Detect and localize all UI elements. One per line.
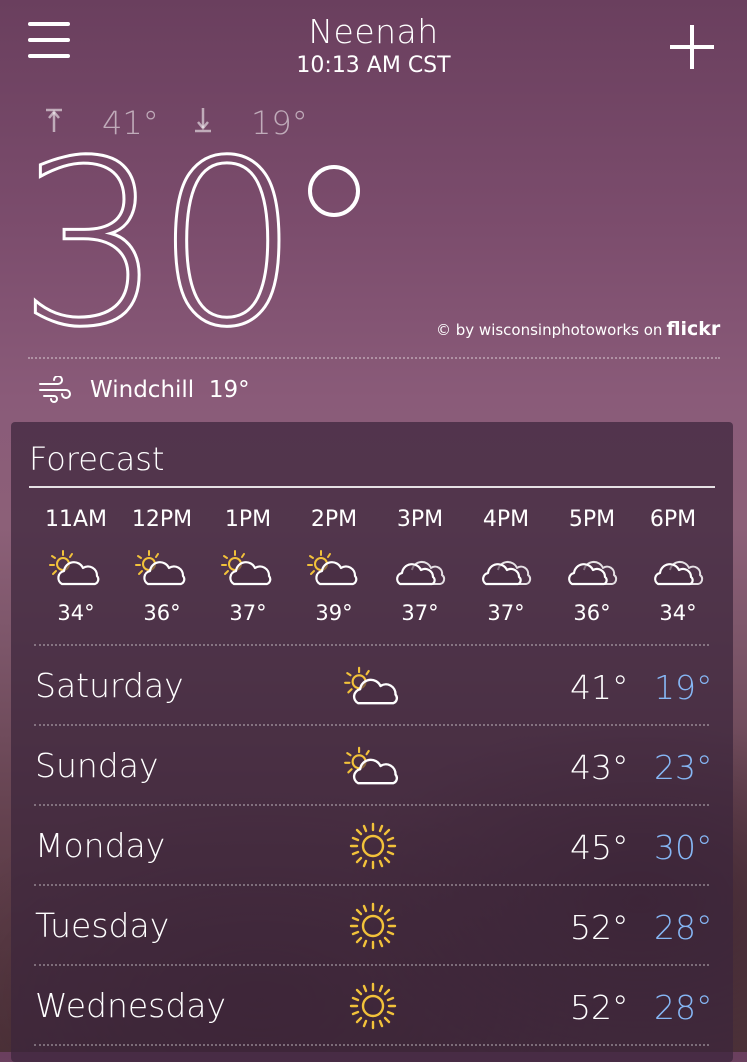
day-high: 52° [570, 908, 629, 947]
day-low: 19° [654, 668, 713, 707]
windchill-value: 19° [208, 377, 250, 403]
hour-temperature: 36° [573, 601, 611, 625]
day-name: Tuesday [35, 906, 170, 945]
sunny-icon [343, 818, 403, 870]
row-divider [34, 964, 709, 966]
row-divider [34, 644, 709, 646]
hour-temperature: 37° [229, 601, 267, 625]
row-divider [34, 804, 709, 806]
cloudy-icon [380, 548, 460, 588]
degree-symbol [308, 165, 360, 217]
hour-label: 12PM [131, 507, 193, 532]
local-time: 10:13 AM CST [296, 53, 451, 78]
day-name: Sunday [35, 746, 159, 785]
hour-label: 11AM [44, 507, 108, 532]
day-high: 52° [570, 988, 629, 1027]
partly-cloudy-icon [122, 548, 202, 588]
add-location-button[interactable] [670, 25, 714, 69]
hour-label: 5PM [568, 507, 616, 532]
windchill: Windchill 19° [90, 377, 250, 403]
city-name: Neenah [308, 12, 439, 51]
forecast-title-rule [29, 486, 715, 488]
day-low: 28° [654, 908, 713, 947]
partly-cloudy-icon [343, 660, 403, 712]
day-name: Wednesday [35, 986, 227, 1025]
day-high: 41° [570, 668, 629, 707]
photo-credit[interactable]: © by wisconsinphotoworks on flickr [436, 318, 720, 340]
windchill-label: Windchill [90, 377, 195, 403]
partly-cloudy-icon [208, 548, 288, 588]
forecast-title: Forecast [29, 440, 165, 478]
day-name: Saturday [35, 666, 184, 705]
hour-label: 1PM [224, 507, 272, 532]
cloudy-icon [466, 548, 546, 588]
partly-cloudy-icon [343, 740, 403, 792]
partly-cloudy-icon [294, 548, 374, 588]
cloudy-icon [552, 548, 632, 588]
hour-temperature: 34° [57, 601, 95, 625]
day-high: 45° [570, 828, 629, 867]
cloudy-icon [638, 548, 718, 588]
row-divider [34, 884, 709, 886]
day-name: Monday [35, 826, 166, 865]
day-low: 23° [654, 748, 713, 787]
hour-label: 4PM [482, 507, 530, 532]
hour-temperature: 34° [659, 601, 697, 625]
day-high: 43° [570, 748, 629, 787]
photo-credit-text: © by wisconsinphotoworks on [436, 321, 663, 339]
hour-temperature: 37° [401, 601, 439, 625]
day-low: 28° [654, 988, 713, 1027]
partly-cloudy-icon [36, 548, 116, 588]
divider [28, 357, 720, 359]
hour-temperature: 39° [315, 601, 353, 625]
day-low: 30° [654, 828, 713, 867]
sunny-icon [343, 898, 403, 950]
hour-temperature: 36° [143, 601, 181, 625]
wind-icon [38, 375, 72, 404]
row-divider [34, 1044, 709, 1046]
hour-label: 2PM [310, 507, 358, 532]
row-divider [34, 724, 709, 726]
hour-label: 3PM [396, 507, 444, 532]
hour-temperature: 37° [487, 601, 525, 625]
current-temperature: 30 [16, 111, 301, 377]
sunny-icon [343, 978, 403, 1030]
flickr-logo: flickr [666, 318, 721, 340]
hour-label: 6PM [649, 507, 697, 532]
